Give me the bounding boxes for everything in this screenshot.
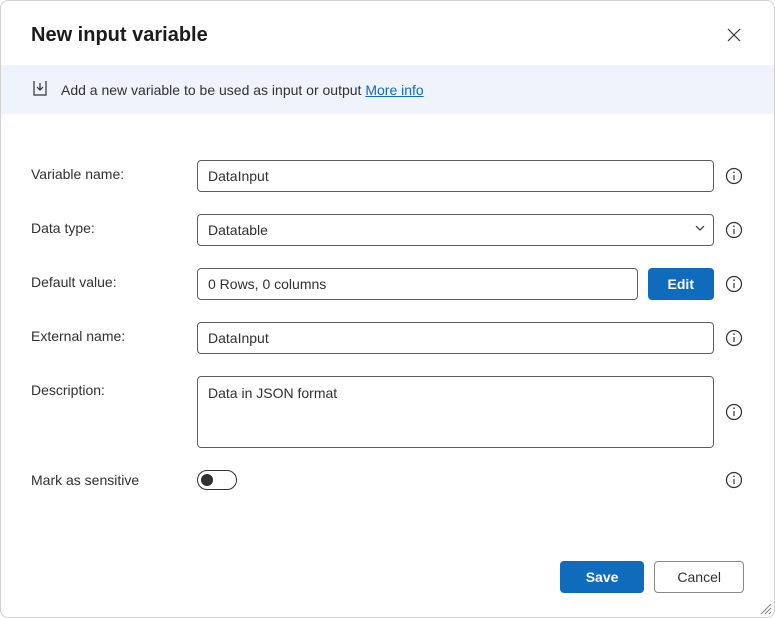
dialog-footer: Save Cancel [1, 545, 774, 617]
info-icon[interactable] [724, 402, 744, 422]
toggle-thumb [201, 474, 213, 486]
description-input[interactable] [197, 376, 714, 448]
close-button[interactable] [718, 19, 750, 51]
data-type-select[interactable] [197, 214, 714, 246]
label-variable-name: Variable name: [31, 160, 181, 182]
info-banner: Add a new variable to be used as input o… [1, 65, 774, 114]
row-sensitive: Mark as sensitive [31, 470, 744, 490]
form-body: Variable name: Data type: [1, 114, 774, 545]
dialog-header: New input variable [1, 1, 774, 65]
sensitive-toggle[interactable] [197, 470, 237, 490]
banner-message: Add a new variable to be used as input o… [61, 82, 365, 98]
dialog-title: New input variable [31, 24, 208, 47]
cancel-button[interactable]: Cancel [654, 561, 744, 593]
save-button[interactable]: Save [560, 561, 645, 593]
external-name-input[interactable] [197, 322, 714, 354]
row-variable-name: Variable name: [31, 160, 744, 192]
row-data-type: Data type: [31, 214, 744, 246]
banner-text: Add a new variable to be used as input o… [61, 82, 424, 98]
new-input-variable-dialog: New input variable Add a new variable to… [0, 0, 775, 618]
import-icon [31, 79, 49, 100]
close-icon [727, 28, 741, 42]
info-icon[interactable] [724, 274, 744, 294]
edit-default-button[interactable]: Edit [648, 268, 714, 300]
default-value-display: 0 Rows, 0 columns [197, 268, 638, 300]
info-icon[interactable] [724, 166, 744, 186]
row-description: Description: [31, 376, 744, 448]
info-icon[interactable] [724, 220, 744, 240]
row-default-value: Default value: 0 Rows, 0 columns Edit [31, 268, 744, 300]
label-sensitive: Mark as sensitive [31, 472, 181, 488]
info-icon[interactable] [724, 328, 744, 348]
more-info-link[interactable]: More info [365, 82, 423, 98]
label-default-value: Default value: [31, 268, 181, 290]
row-external-name: External name: [31, 322, 744, 354]
variable-name-input[interactable] [197, 160, 714, 192]
label-data-type: Data type: [31, 214, 181, 236]
info-icon[interactable] [724, 470, 744, 490]
label-external-name: External name: [31, 322, 181, 344]
label-description: Description: [31, 376, 181, 398]
